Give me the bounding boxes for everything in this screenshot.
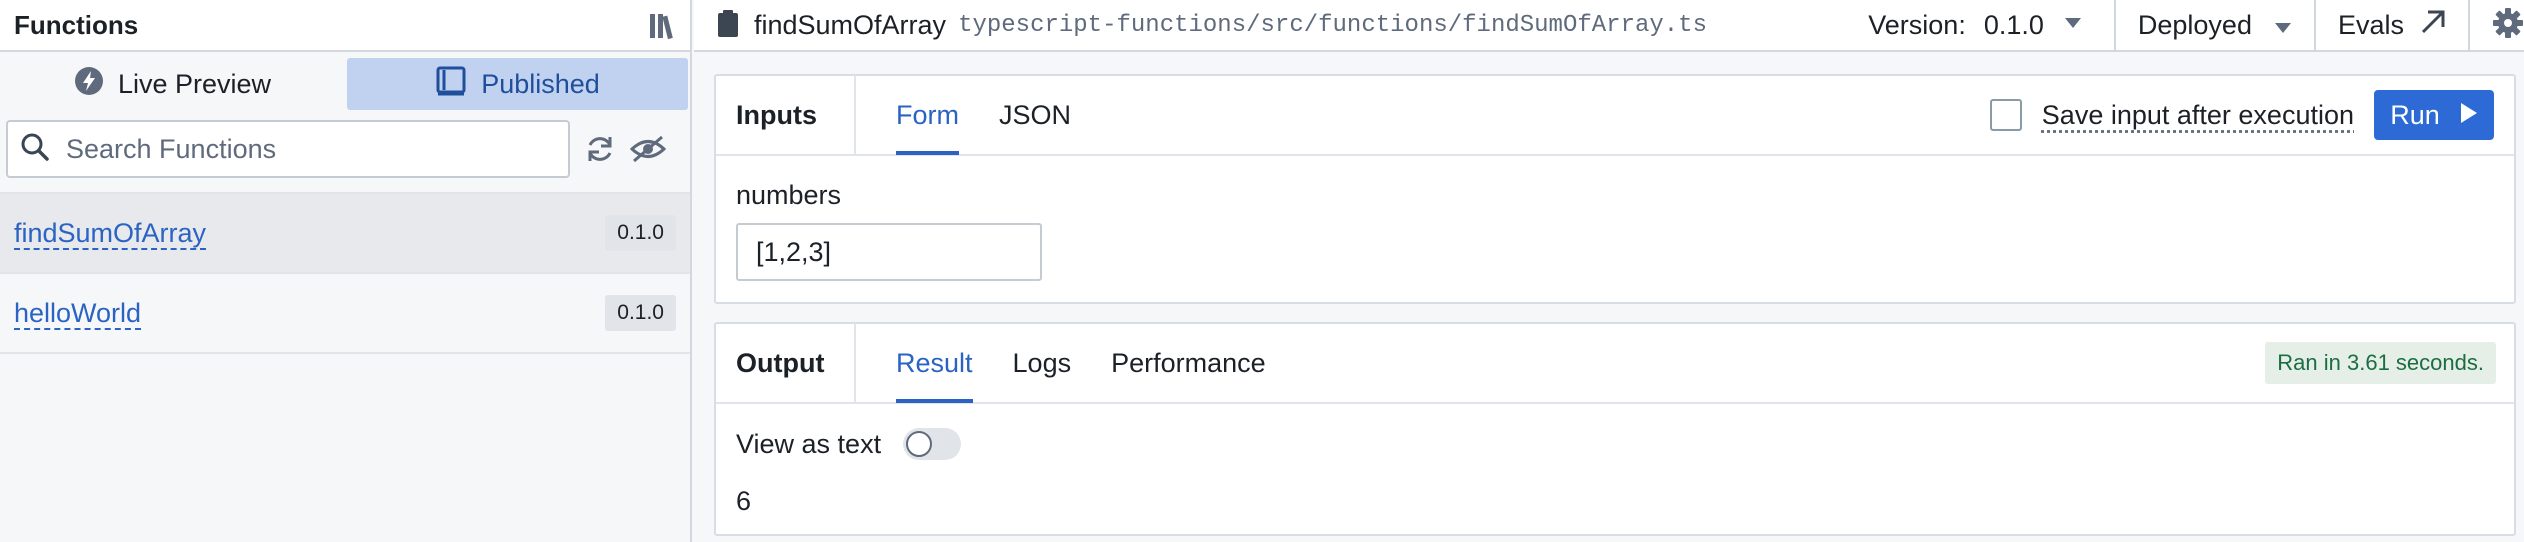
lightning-icon [74,66,104,103]
numbers-label: numbers [736,180,842,210]
file-name: findSumOfArray [754,9,947,40]
version-badge: 0.1.0 [605,215,676,251]
book-icon [435,66,467,103]
function-name[interactable]: findSumOfArray [14,218,605,249]
evals-link[interactable]: Evals [2316,0,2468,51]
view-as-text-row: View as text [736,428,2514,460]
tab-form[interactable]: Form [896,75,959,155]
inputs-title: Inputs [716,75,856,155]
gear-icon[interactable] [2492,7,2524,44]
tab-result[interactable]: Result [896,323,973,403]
tab-logs[interactable]: Logs [1013,323,1072,403]
chevron-down-icon [2274,10,2292,41]
output-panel: Output Result Logs Performance Ran in 3.… [714,322,2516,536]
published-button[interactable]: Published [347,58,688,110]
top-bar: findSumOfArray typescript-functions/src/… [694,0,2524,52]
mode-switcher: Live Preview Published [0,52,690,114]
run-label: Run [2390,99,2440,130]
version-select[interactable]: 0.1.0 [1984,10,2044,41]
view-as-text-label: View as text [736,428,882,459]
divider [2468,0,2470,51]
file-path: typescript-functions/src/functions/findS… [958,11,1707,39]
list-item[interactable]: helloWorld 0.1.0 [0,274,690,354]
tab-performance[interactable]: Performance [1111,323,1266,403]
output-header: Output Result Logs Performance Ran in 3.… [716,323,2514,404]
refresh-icon[interactable] [584,133,616,165]
live-preview-label: Live Preview [117,68,272,99]
version-label: Version: [1868,9,1966,40]
eye-off-icon[interactable] [630,134,666,164]
arrow-up-right-icon [2420,9,2446,42]
run-button[interactable]: Run [2374,90,2494,140]
play-icon [2460,100,2478,131]
run-time-badge: Ran in 3.61 seconds. [2265,342,2496,384]
live-preview-button[interactable]: Live Preview [2,58,343,110]
published-label: Published [481,68,600,99]
view-as-text-toggle[interactable] [903,428,962,460]
output-title: Output [716,323,856,403]
library-icon[interactable] [648,10,676,40]
save-input-label[interactable]: Save input after execution [2042,100,2354,131]
function-name[interactable]: helloWorld [14,298,605,329]
deploy-status-dropdown[interactable]: Deployed [2116,0,2314,51]
save-input-checkbox[interactable] [1989,99,2022,131]
evals-label: Evals [2337,9,2404,40]
functions-sidebar: Functions Live Preview Published Search … [0,0,692,542]
numbers-field[interactable]: [1,2,3] [736,223,1042,281]
function-list: findSumOfArray 0.1.0 helloWorld 0.1.0 [0,192,690,354]
search-row [0,114,690,184]
chevron-down-icon[interactable] [2064,16,2082,34]
inputs-panel: Inputs Form JSON Save input after execut… [714,74,2516,304]
version-badge: 0.1.0 [605,295,676,331]
sidebar-title: Functions [14,9,139,40]
search-input[interactable] [64,132,544,166]
clipboard-icon [716,8,740,43]
inputs-header: Inputs Form JSON Save input after execut… [716,75,2514,156]
tab-json[interactable]: JSON [999,75,1071,155]
sidebar-header: Functions [0,0,690,52]
result-value: 6 [736,486,752,516]
search-box [6,120,570,178]
list-item[interactable]: findSumOfArray 0.1.0 [0,194,690,274]
deploy-status-label: Deployed [2137,9,2252,40]
search-icon [20,132,50,167]
